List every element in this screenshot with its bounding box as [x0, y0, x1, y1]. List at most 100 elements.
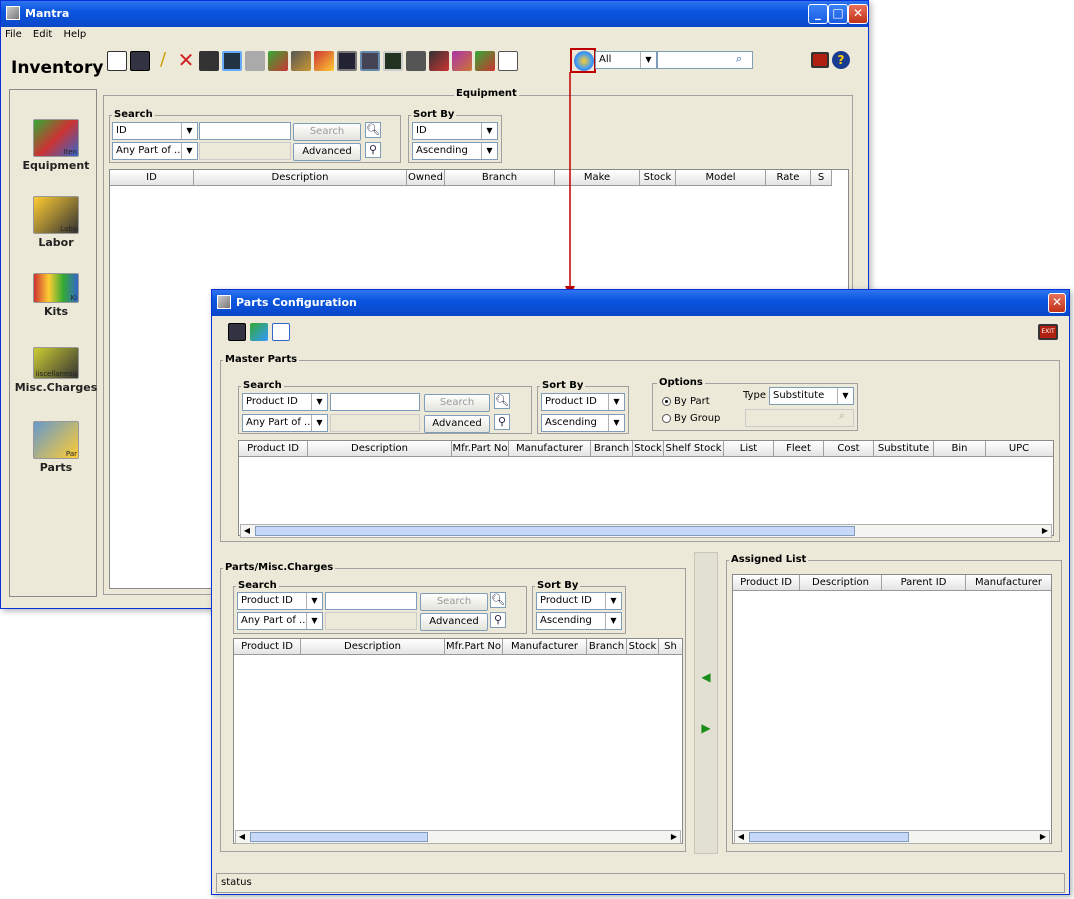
nav-parts[interactable]: Par Parts [13, 421, 99, 474]
menu-file[interactable]: File [5, 29, 22, 40]
assigned-hscrollbar[interactable]: ◀ ▶ [734, 830, 1050, 844]
pm-col-stock[interactable]: Stock [627, 639, 659, 654]
pm-advanced-icon[interactable]: ⚲ [490, 612, 506, 628]
master-search-field-select[interactable]: Product ID ▼ [242, 393, 328, 411]
mp-col-fleet[interactable]: Fleet [774, 441, 824, 456]
as-col-description[interactable]: Description [800, 575, 882, 590]
by-part-radio[interactable]: By Part [662, 396, 710, 407]
delete-icon[interactable]: ✕ [176, 50, 196, 71]
report-icon[interactable] [222, 51, 242, 71]
mp-col-upc[interactable]: UPC [986, 441, 1052, 456]
minimize-button[interactable]: _ [808, 4, 828, 24]
scroll-left-icon[interactable]: ◀ [735, 831, 747, 843]
copy-icon[interactable] [406, 51, 426, 71]
dialog-clear-icon[interactable] [272, 323, 290, 341]
nav-misc-charges[interactable]: iiscellaneou Misc.Charges [13, 347, 99, 394]
pm-search-button[interactable]: Search [420, 593, 488, 611]
pm-col-sh[interactable]: Sh [659, 639, 682, 654]
master-hscrollbar[interactable]: ◀ ▶ [240, 524, 1052, 538]
master-match-select[interactable]: Any Part of ... ▼ [242, 414, 328, 432]
scroll-thumb[interactable] [250, 832, 428, 842]
nav-equipment[interactable]: Iten Equipment [13, 119, 99, 172]
mp-col-shelf-stock[interactable]: Shelf Stock [664, 441, 724, 456]
master-advanced-icon[interactable]: ⚲ [494, 414, 510, 430]
menu-help[interactable]: Help [63, 29, 86, 40]
main-match-select[interactable]: Any Part of ... ▼ [112, 142, 198, 160]
as-col-parent-id[interactable]: Parent ID [882, 575, 966, 590]
col-rate[interactable]: Rate [766, 170, 811, 185]
pm-col-product-id[interactable]: Product ID [234, 639, 301, 654]
nav-kits[interactable]: Ki Kits [13, 273, 99, 318]
mp-col-list[interactable]: List [724, 441, 774, 456]
scroll-left-icon[interactable]: ◀ [241, 525, 253, 537]
main-sort-field-select[interactable]: ID ▼ [412, 122, 498, 140]
as-col-product-id[interactable]: Product ID [733, 575, 800, 590]
close-button[interactable]: ✕ [848, 4, 868, 24]
move-right-arrow-icon[interactable]: ▶ [699, 722, 713, 736]
magnifier-icon[interactable]: 🔍︎ [365, 122, 381, 138]
col-model[interactable]: Model [676, 170, 766, 185]
by-group-radio[interactable]: By Group [662, 413, 720, 424]
as-col-manufacturer[interactable]: Manufacturer [966, 575, 1051, 590]
mp-col-product-id[interactable]: Product ID [239, 441, 308, 456]
maximize-button[interactable]: □ [828, 4, 848, 24]
pm-magnifier-icon[interactable]: 🔍︎ [490, 592, 506, 608]
advanced-search-icon[interactable]: ⚲ [365, 142, 381, 158]
nav-labor[interactable]: Labo Labor [13, 196, 99, 249]
col-owned[interactable]: Owned [407, 170, 445, 185]
transfer-icon[interactable] [268, 51, 288, 71]
dollar-icon[interactable] [429, 51, 449, 71]
main-advanced-button[interactable]: Advanced [293, 143, 361, 161]
dialog-exit-icon[interactable]: EXIT [1038, 324, 1058, 340]
col-branch[interactable]: Branch [445, 170, 555, 185]
dialog-titlebar[interactable]: Parts Configuration ✕ [212, 290, 1069, 316]
col-s[interactable]: S [811, 170, 832, 185]
mp-col-manufacturer[interactable]: Manufacturer [509, 441, 591, 456]
master-magnifier-icon[interactable]: 🔍︎ [494, 393, 510, 409]
scroll-thumb[interactable] [255, 526, 855, 536]
exit-icon[interactable] [811, 52, 829, 68]
window-icon[interactable] [498, 51, 518, 71]
scroll-right-icon[interactable]: ▶ [1037, 831, 1049, 843]
master-sort-field-select[interactable]: Product ID ▼ [541, 393, 625, 411]
main-search-input[interactable] [199, 122, 291, 140]
pm-search-field-select[interactable]: Product ID ▼ [237, 592, 323, 610]
pm-sort-field-select[interactable]: Product ID ▼ [536, 592, 622, 610]
pm-sort-order-select[interactable]: Ascending ▼ [536, 612, 622, 630]
filter-select[interactable]: All ▼ [595, 51, 657, 69]
pm-col-manufacturer[interactable]: Manufacturer [503, 639, 587, 654]
pm-search-input[interactable] [325, 592, 417, 610]
grid-icon[interactable] [337, 51, 357, 71]
pm-col-mfr-part-no[interactable]: Mfr.Part No [445, 639, 503, 654]
master-advanced-button[interactable]: Advanced [424, 415, 490, 433]
master-search-button[interactable]: Search [424, 394, 490, 412]
search-tool-icon[interactable] [291, 51, 311, 71]
find-binoculars-icon[interactable] [199, 51, 219, 71]
mp-col-substitute[interactable]: Substitute [874, 441, 934, 456]
scroll-right-icon[interactable]: ▶ [668, 831, 680, 843]
scroll-thumb[interactable] [749, 832, 909, 842]
edit-pencil-icon[interactable]: / [153, 51, 173, 71]
main-titlebar[interactable]: Mantra _ □ ✕ [1, 1, 868, 27]
table-icon[interactable] [360, 51, 380, 71]
mp-col-branch[interactable]: Branch [591, 441, 633, 456]
master-sort-order-select[interactable]: Ascending ▼ [541, 414, 625, 432]
pm-col-description[interactable]: Description [301, 639, 445, 654]
help-icon[interactable]: ? [832, 51, 850, 69]
search-icon[interactable]: ⌕ [736, 52, 742, 66]
dialog-save-icon[interactable] [228, 323, 246, 341]
mp-col-bin[interactable]: Bin [934, 441, 986, 456]
pm-col-branch[interactable]: Branch [587, 639, 627, 654]
move-left-arrow-icon[interactable]: ◀ [699, 671, 713, 685]
pm-hscrollbar[interactable]: ◀ ▶ [235, 830, 681, 844]
type-select[interactable]: Substitute ▼ [769, 387, 854, 405]
mp-col-mfr-part-no[interactable]: Mfr.Part No [452, 441, 509, 456]
col-stock[interactable]: Stock [640, 170, 676, 185]
col-id[interactable]: ID [110, 170, 194, 185]
mp-col-description[interactable]: Description [308, 441, 452, 456]
new-icon[interactable] [107, 51, 127, 71]
mp-col-cost[interactable]: Cost [824, 441, 874, 456]
house-icon[interactable] [475, 51, 495, 71]
chart-icon[interactable] [314, 51, 334, 71]
save-icon[interactable] [130, 51, 150, 71]
